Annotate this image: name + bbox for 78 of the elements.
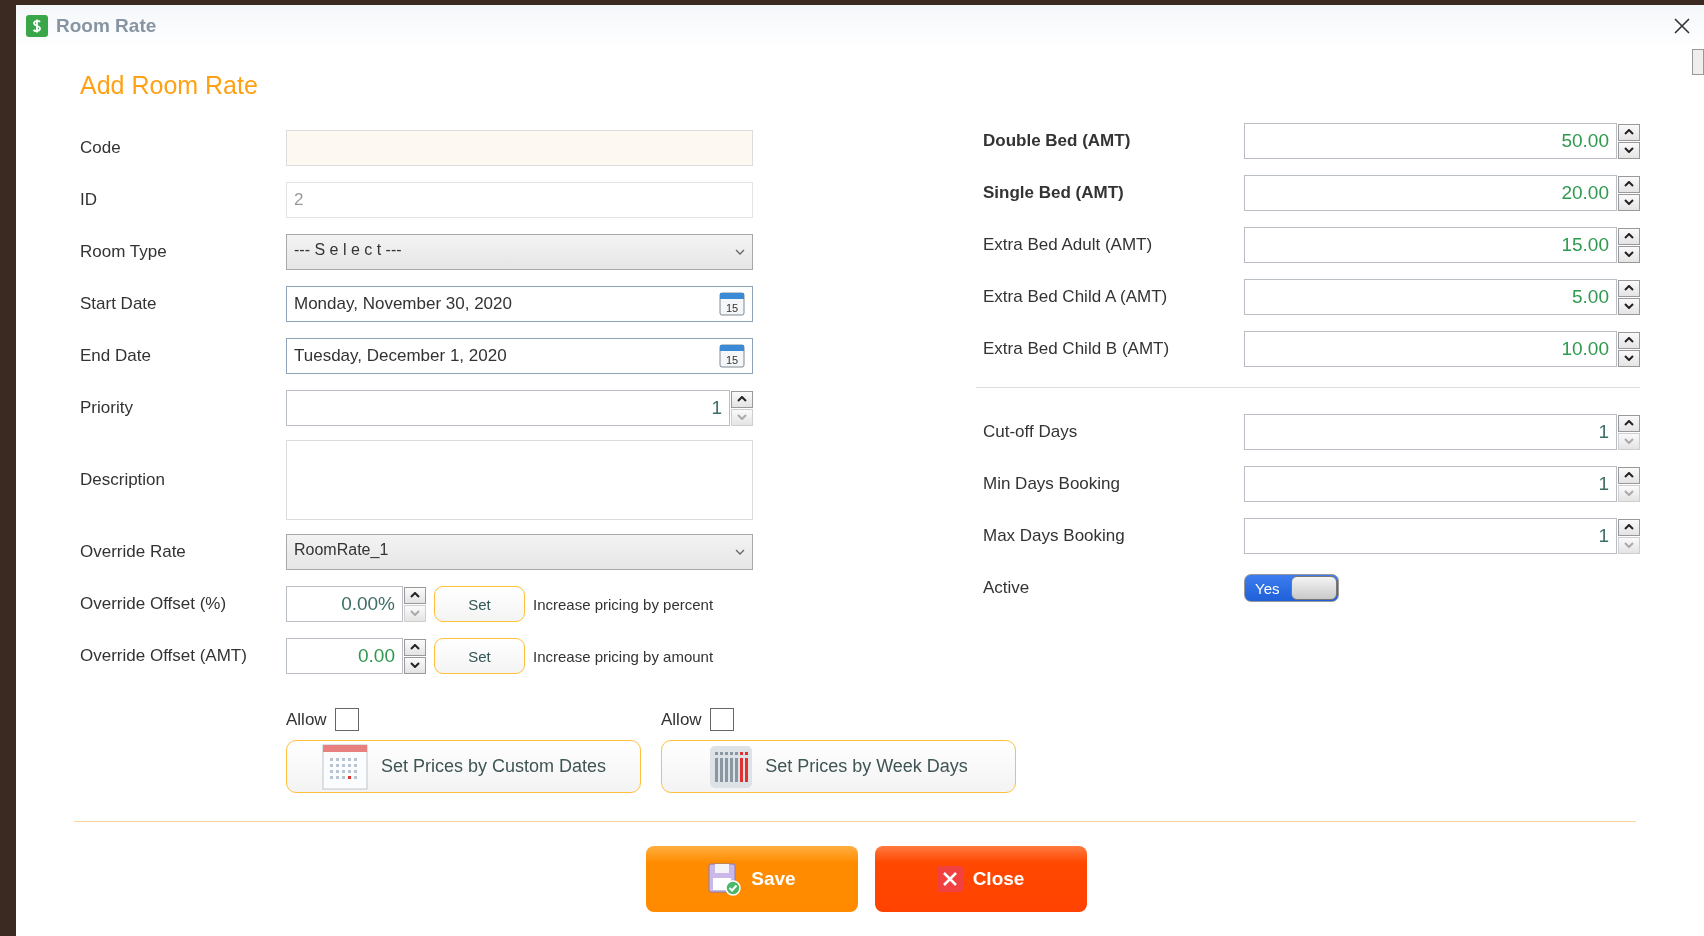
spin-up-button[interactable] bbox=[404, 638, 426, 656]
field-label: Extra Bed Adult (AMT) bbox=[983, 235, 1154, 255]
spin-up-button[interactable] bbox=[404, 586, 426, 604]
set-prices-button[interactable]: Set Prices by Custom Dates bbox=[286, 740, 641, 793]
week-bars-icon bbox=[709, 744, 754, 789]
allow-label: Allow bbox=[286, 709, 327, 730]
spin-down-button[interactable] bbox=[1618, 193, 1640, 211]
number-field[interactable]: 0.00 bbox=[286, 638, 403, 674]
dropdown-field[interactable]: RoomRate_1 bbox=[286, 534, 753, 570]
spin-down-button[interactable] bbox=[1618, 245, 1640, 263]
field-label: Override Rate bbox=[80, 542, 187, 562]
field-label: Extra Bed Child B (AMT) bbox=[983, 339, 1171, 359]
form-heading: Add Room Rate bbox=[80, 71, 259, 100]
field-label: Cut-off Days bbox=[983, 422, 1079, 442]
field-label: Description bbox=[80, 470, 167, 490]
field-label: End Date bbox=[80, 346, 152, 366]
field-label: Code bbox=[80, 138, 122, 158]
hint-text: Increase pricing by percent bbox=[533, 595, 714, 613]
field-label: Override Offset (%) bbox=[80, 594, 228, 614]
chevron-down-icon bbox=[735, 549, 745, 555]
allow-checkbox[interactable] bbox=[709, 708, 734, 731]
field-label: Max Days Booking bbox=[983, 526, 1126, 546]
spin-down-button[interactable] bbox=[1618, 141, 1640, 159]
allow-checkbox[interactable] bbox=[334, 708, 359, 731]
spin-up-button[interactable] bbox=[1618, 414, 1640, 432]
scrollbar[interactable] bbox=[1692, 49, 1704, 75]
spin-up-button[interactable] bbox=[1618, 227, 1640, 245]
window-title: Room Rate bbox=[56, 15, 157, 37]
field-label: Single Bed (AMT) bbox=[983, 183, 1125, 203]
calendar-icon bbox=[320, 743, 369, 790]
spin-up-button[interactable] bbox=[731, 390, 753, 408]
hint-text: Increase pricing by amount bbox=[533, 647, 714, 665]
field-label: Min Days Booking bbox=[983, 474, 1121, 494]
number-field[interactable]: 1 bbox=[286, 390, 730, 426]
spin-down-button[interactable] bbox=[1618, 297, 1640, 315]
number-field[interactable]: 1 bbox=[1244, 518, 1617, 554]
set-button[interactable]: Set bbox=[434, 638, 525, 674]
number-field[interactable]: 1 bbox=[1244, 414, 1617, 450]
floppy-disk-icon bbox=[707, 862, 742, 896]
spin-up-button[interactable] bbox=[1618, 518, 1640, 536]
field-label: Room Type bbox=[80, 242, 168, 262]
id-field: 2 bbox=[286, 182, 753, 218]
spin-up-button[interactable] bbox=[1618, 466, 1640, 484]
field-label: ID bbox=[80, 190, 98, 210]
allow-label: Allow bbox=[661, 709, 702, 730]
field-label: Active bbox=[983, 578, 1031, 598]
dropdown-field[interactable]: --- S e l e c t --- bbox=[286, 234, 753, 270]
set-prices-button[interactable]: Set Prices by Week Days bbox=[661, 740, 1016, 793]
number-field[interactable]: 15.00 bbox=[1244, 227, 1617, 263]
code-field[interactable] bbox=[286, 130, 753, 166]
field-label: Override Offset (AMT) bbox=[80, 646, 248, 666]
field-label: Priority bbox=[80, 398, 134, 418]
number-field[interactable]: 10.00 bbox=[1244, 331, 1617, 367]
chevron-down-icon bbox=[735, 249, 745, 255]
spin-up-button[interactable] bbox=[1618, 331, 1640, 349]
date-field[interactable]: Monday, November 30, 2020 15 bbox=[286, 286, 753, 322]
field-label: Extra Bed Child A (AMT) bbox=[983, 287, 1169, 307]
field-label: Double Bed (AMT) bbox=[983, 131, 1132, 151]
description-field[interactable] bbox=[286, 440, 753, 520]
set-button[interactable]: Set bbox=[434, 586, 525, 622]
field-label: Start Date bbox=[80, 294, 158, 314]
number-field[interactable]: 1 bbox=[1244, 466, 1617, 502]
close-button[interactable]: Close bbox=[874, 846, 1087, 912]
calendar-icon[interactable]: 15 bbox=[719, 292, 745, 316]
spin-up-button[interactable] bbox=[1618, 175, 1640, 193]
active-toggle[interactable]: Yes bbox=[1244, 574, 1339, 602]
number-field[interactable]: 5.00 bbox=[1244, 279, 1617, 315]
spin-up-button[interactable] bbox=[1618, 123, 1640, 141]
number-field[interactable]: 0.00% bbox=[286, 586, 403, 622]
dollar-icon bbox=[26, 15, 48, 37]
spin-down-button[interactable] bbox=[1618, 349, 1640, 367]
number-field[interactable]: 20.00 bbox=[1244, 175, 1617, 211]
close-icon bbox=[936, 866, 963, 892]
calendar-icon[interactable]: 15 bbox=[719, 344, 745, 368]
number-field[interactable]: 50.00 bbox=[1244, 123, 1617, 159]
spin-up-button[interactable] bbox=[1618, 279, 1640, 297]
date-field[interactable]: Tuesday, December 1, 2020 15 bbox=[286, 338, 753, 374]
spin-down-button[interactable] bbox=[404, 656, 426, 674]
